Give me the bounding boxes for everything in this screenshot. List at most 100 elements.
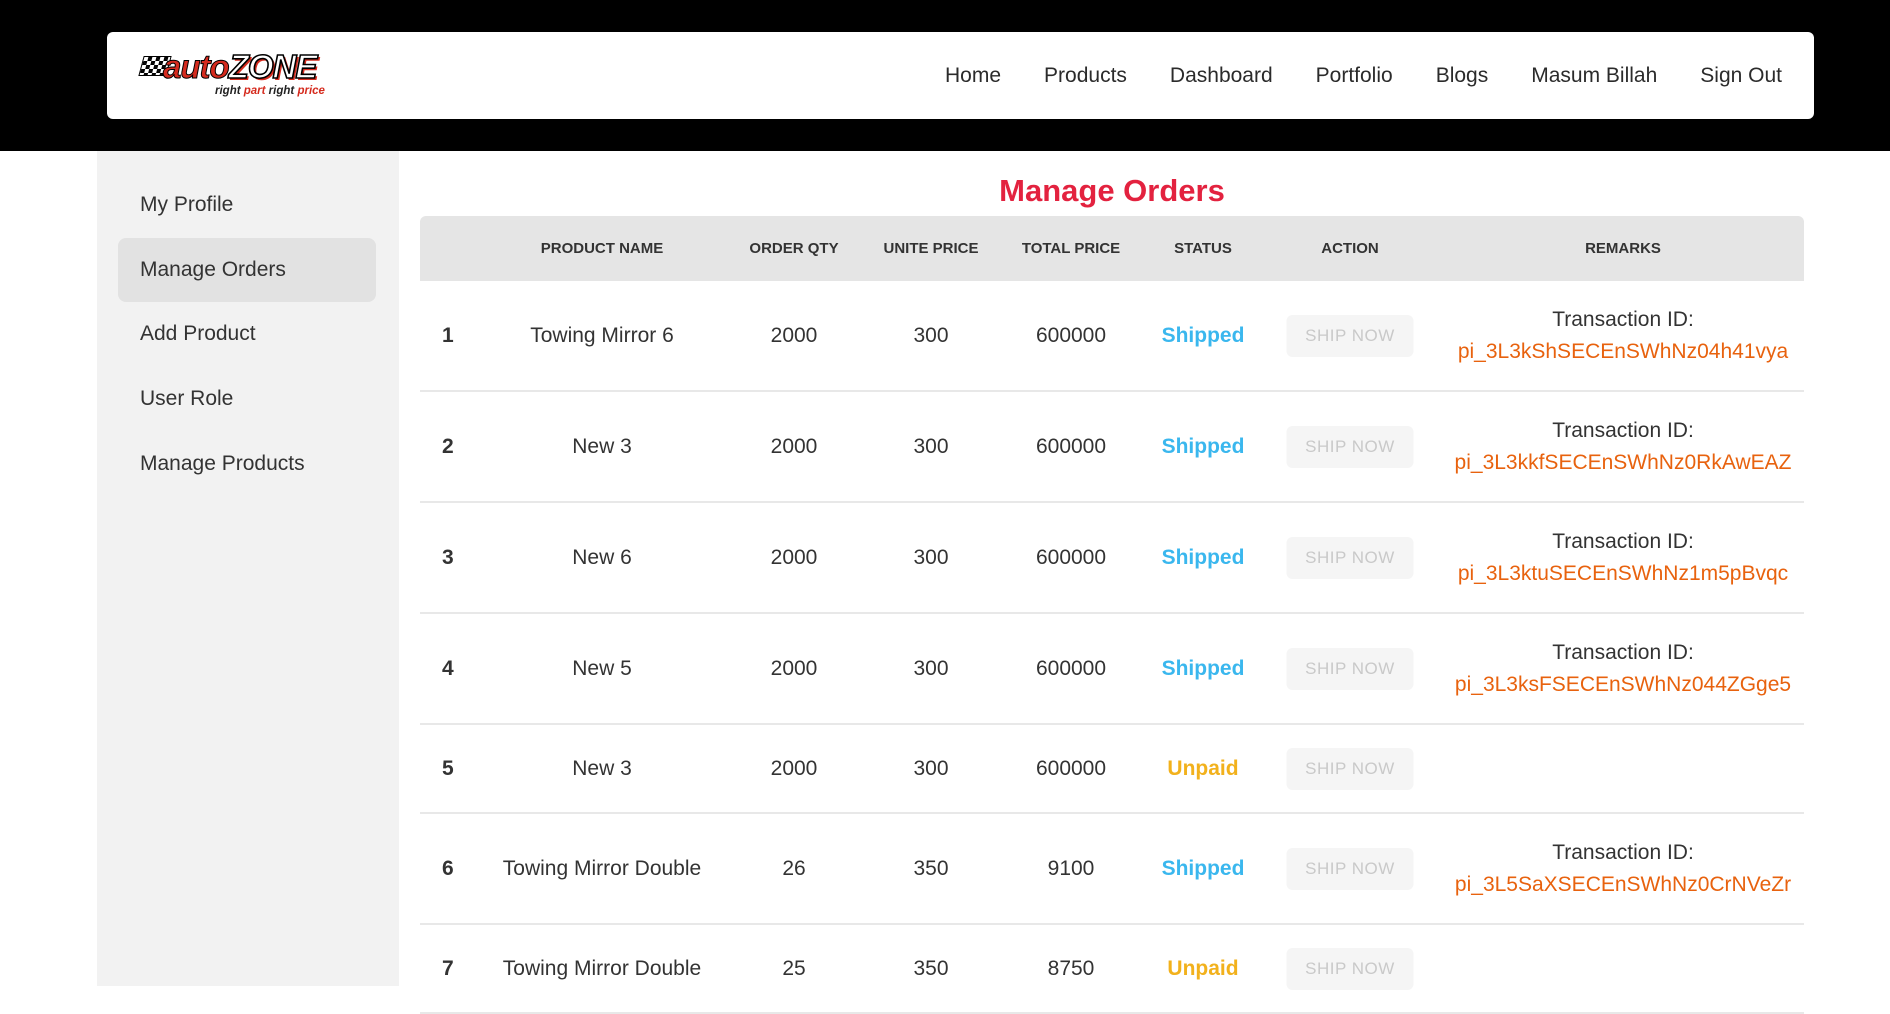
row-index: 7 (442, 956, 454, 980)
logo-wordmark: autoZONE (163, 47, 319, 86)
table-row: 5 New 3 2000 300 600000 Unpaid SHIP NOW (420, 725, 1804, 814)
row-index: 3 (442, 545, 454, 569)
col-header-status: STATUS (1174, 240, 1232, 257)
ship-now-cell: SHIP NOW (1286, 647, 1414, 690)
status-badge: Shipped (1161, 545, 1245, 569)
transaction-id-label: Transaction ID: (1552, 840, 1694, 864)
table-row: 4 New 5 2000 300 600000 Shipped SHIP NOW Transa… (420, 614, 1804, 725)
cell-product-name: Towing Mirror 6 (530, 323, 674, 347)
transaction-id-value: pi_3L5SaXSECEnSWhNz0CrNVeZr (1454, 872, 1792, 896)
cell-product-name: New 6 (572, 545, 632, 569)
sidebar-item-my-profile[interactable]: My Profile (118, 173, 376, 237)
transaction-id-label: Transaction ID: (1552, 418, 1694, 442)
col-header-product-name: PRODUCT NAME (540, 240, 664, 257)
cell-remarks: Transaction ID: pi_3L3ktuSECEnSWhNz1m5pBv… (1458, 526, 1788, 590)
status-badge: Shipped (1161, 856, 1245, 880)
sidebar-item-manage-orders[interactable]: Manage Orders (118, 238, 376, 302)
cell-order-qty: 2000 (770, 434, 818, 458)
ship-now-cell: SHIP NOW (1286, 747, 1414, 790)
row-index: 2 (442, 434, 454, 458)
row-index: 4 (442, 656, 454, 680)
tagline-part: part (243, 85, 266, 97)
table-header: PRODUCT NAME ORDER QTY UNITE PRICE TOTAL… (420, 216, 1804, 281)
col-header-remarks: REMARKS (1585, 240, 1661, 257)
cell-unit-price: 350 (913, 856, 949, 880)
tagline-part: right (215, 85, 244, 97)
status-badge: Unpaid (1167, 756, 1239, 780)
status-badge: Unpaid (1167, 956, 1239, 980)
logo-auto-text: auto (163, 48, 231, 86)
top-bar: autoZONE right part right price Home Pro… (0, 0, 1890, 151)
ship-now-button[interactable]: SHIP NOW (1286, 425, 1414, 468)
ship-now-button[interactable]: SHIP NOW (1286, 536, 1414, 579)
nav-sign-out[interactable]: Sign Out (1700, 64, 1782, 88)
cell-order-qty: 2000 (770, 656, 818, 680)
cell-remarks: Transaction ID: pi_3L5SaXSECEnSWhNz0CrNVe… (1455, 837, 1791, 901)
cell-unit-price: 300 (913, 434, 949, 458)
cell-remarks: Transaction ID: pi_3L3ksFSECEnSWhNz044ZGg… (1455, 637, 1791, 701)
cell-total-price: 600000 (1035, 656, 1107, 680)
sidebar-item-user-role[interactable]: User Role (118, 367, 376, 431)
ship-now-cell: SHIP NOW (1286, 847, 1414, 890)
table-body: 1 Towing Mirror 6 2000 300 600000 Shipped SHIP… (420, 281, 1804, 1014)
cell-total-price: 8750 (1047, 956, 1095, 980)
col-header-order-qty: ORDER QTY (749, 240, 839, 257)
cell-unit-price: 350 (913, 956, 949, 980)
ship-now-cell: SHIP NOW (1286, 536, 1414, 579)
col-header-unit-price: UNITE PRICE (883, 240, 979, 257)
cell-remarks: Transaction ID: pi_3L3kShSECEnSWhNz04h41v… (1458, 304, 1788, 368)
cell-total-price: 600000 (1035, 434, 1107, 458)
transaction-id-value: pi_3L3kkfSECEnSWhNz0RkAwEAZ (1454, 450, 1792, 474)
ship-now-button[interactable]: SHIP NOW (1286, 947, 1414, 990)
ship-now-button[interactable]: SHIP NOW (1286, 314, 1414, 357)
row-index: 6 (442, 856, 454, 880)
dashboard-sidebar: My Profile Manage Orders Add Product Use… (97, 151, 399, 986)
nav-products[interactable]: Products (1044, 64, 1127, 88)
cell-unit-price: 300 (913, 656, 949, 680)
table-row: 1 Towing Mirror 6 2000 300 600000 Shipped SHIP… (420, 281, 1804, 392)
nav-dashboard[interactable]: Dashboard (1170, 64, 1273, 88)
cell-product-name: Towing Mirror Double (502, 856, 702, 880)
orders-table: PRODUCT NAME ORDER QTY UNITE PRICE TOTAL… (420, 216, 1804, 1014)
tagline-part: right (265, 85, 298, 97)
ship-now-button[interactable]: SHIP NOW (1286, 747, 1414, 790)
cell-total-price: 9100 (1047, 856, 1095, 880)
autozone-logo[interactable]: autoZONE right part right price (138, 47, 351, 102)
status-badge: Shipped (1161, 656, 1245, 680)
sidebar-item-manage-products[interactable]: Manage Products (118, 432, 376, 496)
cell-order-qty: 25 (782, 956, 806, 980)
ship-now-cell: SHIP NOW (1286, 425, 1414, 468)
transaction-id-label: Transaction ID: (1552, 307, 1694, 331)
col-header-action: ACTION (1321, 240, 1379, 257)
cell-product-name: New 5 (572, 656, 632, 680)
cell-order-qty: 26 (782, 856, 806, 880)
logo-tagline: right part right price (215, 85, 325, 97)
transaction-id-value: pi_3L3ktuSECEnSWhNz1m5pBvqc (1457, 561, 1789, 585)
row-index: 5 (442, 756, 454, 780)
cell-order-qty: 2000 (770, 756, 818, 780)
nav-user-name[interactable]: Masum Billah (1531, 64, 1657, 88)
cell-unit-price: 300 (913, 323, 949, 347)
main-nav: Home Products Dashboard Portfolio Blogs … (902, 32, 1782, 119)
cell-unit-price: 300 (913, 545, 949, 569)
ship-now-button[interactable]: SHIP NOW (1286, 847, 1414, 890)
nav-portfolio[interactable]: Portfolio (1316, 64, 1393, 88)
cell-product-name: New 3 (572, 756, 632, 780)
cell-total-price: 600000 (1035, 545, 1107, 569)
transaction-id-label: Transaction ID: (1552, 640, 1694, 664)
nav-blogs[interactable]: Blogs (1436, 64, 1489, 88)
transaction-id-value: pi_3L3kShSECEnSWhNz04h41vya (1457, 339, 1789, 363)
table-row: 2 New 3 2000 300 600000 Shipped SHIP NOW Transa… (420, 392, 1804, 503)
transaction-id-value: pi_3L3ksFSECEnSWhNz044ZGge5 (1454, 672, 1792, 696)
cell-order-qty: 2000 (770, 545, 818, 569)
nav-home[interactable]: Home (945, 64, 1001, 88)
page-title: Manage Orders (999, 173, 1225, 208)
col-header-total-price: TOTAL PRICE (1021, 240, 1121, 257)
status-badge: Shipped (1161, 434, 1245, 458)
cell-order-qty: 2000 (770, 323, 818, 347)
cell-product-name: New 3 (572, 434, 632, 458)
ship-now-button[interactable]: SHIP NOW (1286, 647, 1414, 690)
cell-product-name: Towing Mirror Double (502, 956, 702, 980)
row-index: 1 (442, 323, 454, 347)
sidebar-item-add-product[interactable]: Add Product (118, 302, 376, 366)
